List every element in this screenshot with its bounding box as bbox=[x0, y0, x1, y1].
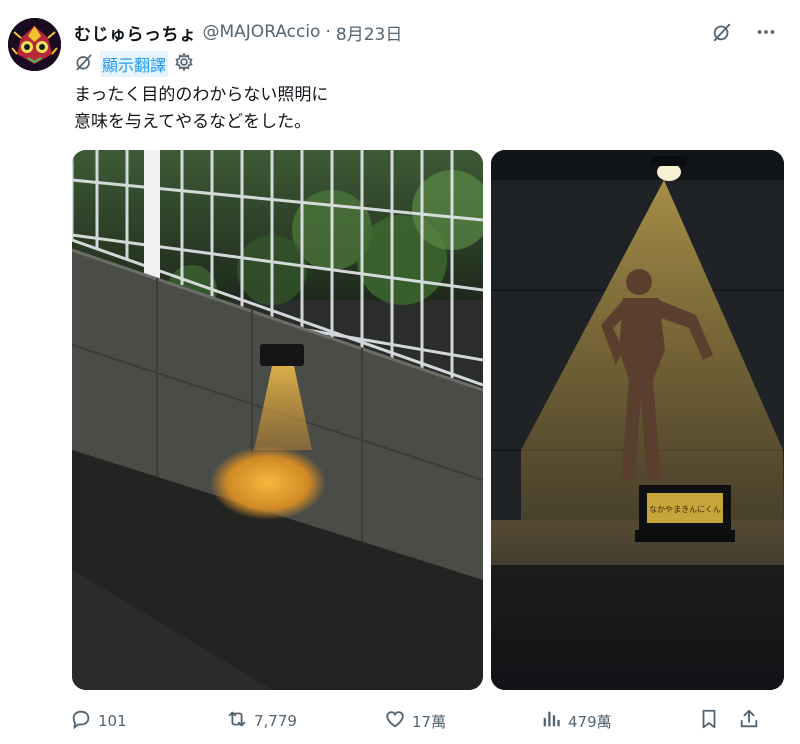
grok-icon[interactable] bbox=[708, 20, 736, 44]
more-icon[interactable] bbox=[752, 20, 780, 44]
display-name[interactable]: むじゅらっちょ bbox=[74, 20, 197, 45]
meta-separator: · bbox=[325, 22, 331, 42]
like-icon bbox=[384, 708, 406, 734]
reply-count: 101 bbox=[98, 712, 127, 730]
pedestal-sign-text: なかやまきんにくん bbox=[649, 505, 721, 514]
avatar[interactable] bbox=[8, 18, 61, 71]
translate-icon bbox=[74, 52, 94, 76]
like-button[interactable]: 17萬 bbox=[384, 708, 446, 734]
reply-icon bbox=[70, 708, 92, 734]
tweet-header: むじゅらっちょ @MAJORAccio · 8月23日 bbox=[74, 20, 780, 45]
retweet-count: 7,779 bbox=[254, 712, 297, 730]
reply-button[interactable]: 101 bbox=[70, 708, 127, 734]
majora-mask-avatar-image bbox=[8, 18, 61, 71]
retweet-button[interactable]: 7,779 bbox=[226, 708, 297, 734]
header-actions bbox=[708, 20, 780, 44]
translate-row: 顯示翻譯 bbox=[74, 51, 194, 77]
tweet-actions: 101 7,779 17萬 479萬 bbox=[70, 707, 770, 735]
bookmark-icon bbox=[698, 708, 720, 734]
media-grid: なかやまきんにくん bbox=[72, 150, 784, 690]
views-icon bbox=[540, 708, 562, 734]
post-date[interactable]: 8月23日 bbox=[336, 20, 402, 45]
tweet-text: まったく目的のわからない照明に 意味を与えてやるなどをした。 bbox=[74, 85, 329, 132]
share-button[interactable] bbox=[738, 708, 760, 734]
photo-statue-light[interactable]: なかやまきんにくん bbox=[491, 150, 784, 690]
settings-icon[interactable] bbox=[174, 52, 194, 76]
bookmark-button[interactable] bbox=[698, 708, 720, 734]
views-button[interactable]: 479萬 bbox=[540, 708, 612, 734]
show-translation-link[interactable]: 顯示翻譯 bbox=[100, 51, 169, 77]
user-handle[interactable]: @MAJORAccio bbox=[203, 22, 321, 42]
views-count: 479萬 bbox=[568, 712, 612, 731]
like-count: 17萬 bbox=[412, 712, 447, 731]
share-icon bbox=[738, 708, 760, 734]
retweet-icon bbox=[226, 708, 248, 734]
photo-wall-light[interactable] bbox=[72, 150, 483, 690]
